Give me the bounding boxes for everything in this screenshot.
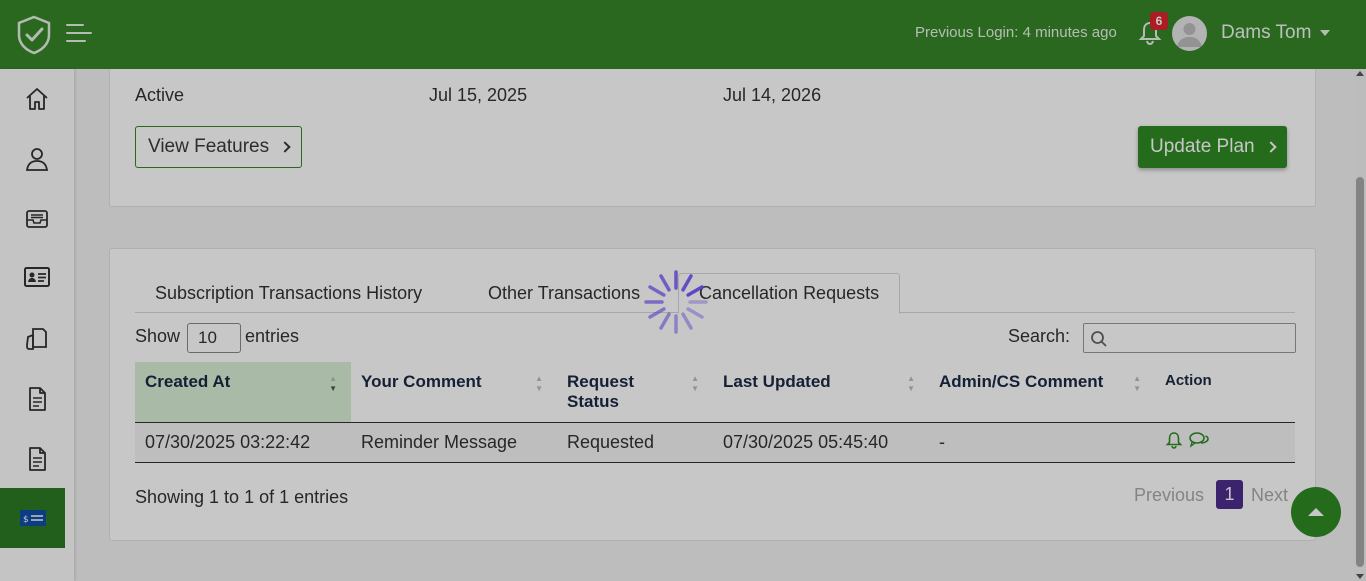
notification-count-badge: 6 — [1150, 12, 1168, 30]
entries-label: entries — [245, 326, 300, 346]
arrow-up-icon — [1308, 508, 1324, 516]
sidebar-item-documents[interactable] — [0, 369, 74, 429]
sort-icon: ▲ ▼ — [1133, 374, 1141, 393]
search-label: Search: — [1008, 326, 1071, 346]
cell-admin-comment: - — [929, 422, 1155, 463]
cell-your-comment: Reminder Message — [351, 422, 557, 463]
show-label: Show — [135, 326, 181, 346]
search-icon — [1091, 331, 1107, 347]
spinner-spoke — [686, 307, 704, 319]
column-header-action: Action — [1155, 362, 1295, 423]
cell-request-status: Requested — [557, 422, 713, 463]
update-plan-label: Update Plan — [1150, 136, 1255, 157]
sort-icon: ▲ ▼ — [535, 374, 543, 393]
chevron-right-icon — [279, 141, 291, 153]
previous-login-text: Previous Login: 4 minutes ago — [915, 24, 1117, 41]
top-navbar: Previous Login: 4 minutes ago 6 Dams Tom — [0, 0, 1366, 69]
tab-other-transactions[interactable]: Other Transactions — [468, 273, 660, 313]
pagination-previous[interactable]: Previous — [1134, 485, 1204, 506]
sort-icon: ▲ ▼ — [691, 374, 699, 393]
spinner-spoke — [659, 274, 671, 292]
column-header-label: Admin/CS Comment — [939, 372, 1104, 391]
sidebar-item-profile[interactable] — [0, 129, 74, 189]
sort-icon: ▲ ▼ — [907, 374, 915, 393]
scroll-up-arrow-icon[interactable] — [1356, 71, 1364, 76]
sidebar-item-reports[interactable] — [0, 429, 74, 489]
column-header-label: Created At — [145, 372, 231, 391]
spinner-spoke — [681, 312, 693, 330]
tab-subscription-transactions[interactable]: Subscription Transactions History — [135, 273, 442, 313]
spinner-spoke — [648, 285, 666, 297]
reminder-bell-icon[interactable] — [1165, 431, 1183, 449]
plan-end-date: Jul 14, 2026 — [723, 85, 822, 105]
entries-per-page-select[interactable]: 10 — [187, 323, 241, 353]
svg-text:$: $ — [23, 515, 29, 525]
table-row: 07/30/2025 03:22:42 Reminder Message Req… — [135, 422, 1295, 463]
spinner-spoke — [681, 274, 693, 292]
billing-icon: $ — [19, 510, 46, 526]
cell-created-at: 07/30/2025 03:22:42 — [135, 422, 351, 463]
scroll-down-arrow-icon[interactable] — [1356, 574, 1364, 579]
sidebar-item-id-card[interactable] — [0, 247, 74, 307]
plan-card: Active Jul 15, 2025 Jul 14, 2026 View Fe… — [109, 69, 1316, 207]
shield-check-logo-icon[interactable] — [16, 15, 52, 55]
sidebar: $ — [0, 69, 74, 581]
menu-toggle-icon[interactable] — [66, 24, 92, 44]
caret-down-icon[interactable] — [1320, 30, 1330, 36]
user-avatar-icon — [1177, 23, 1202, 47]
transaction-tabs: Subscription Transactions History Other … — [135, 273, 1295, 314]
transactions-card: Subscription Transactions History Other … — [109, 248, 1316, 541]
document-icon — [29, 447, 46, 471]
column-header-label: Request Status — [567, 372, 635, 411]
user-avatar[interactable] — [1172, 16, 1207, 51]
column-header-request-status[interactable]: Request Status ▲ ▼ — [557, 362, 713, 423]
plan-start-date: Jul 15, 2025 — [429, 85, 528, 105]
pagination-next[interactable]: Next — [1251, 485, 1288, 506]
column-header-label: Action — [1165, 372, 1212, 389]
loading-spinner-icon — [644, 270, 708, 334]
search-input[interactable] — [1083, 323, 1296, 353]
cell-action — [1155, 422, 1295, 463]
column-header-your-comment[interactable]: Your Comment ▲ ▼ — [351, 362, 557, 423]
spinner-spoke — [648, 307, 666, 319]
chevron-right-icon — [1264, 141, 1277, 153]
column-header-last-updated[interactable]: Last Updated ▲ ▼ — [713, 362, 929, 423]
sidebar-item-inbox[interactable] — [0, 189, 74, 249]
sort-desc-icon: ▲ ▼ — [329, 374, 337, 393]
spinner-spoke — [659, 312, 671, 330]
scrollbar-thumb[interactable] — [1356, 177, 1364, 567]
cancellation-requests-table: Created At ▲ ▼ Your Comment ▲ ▼ Request St… — [135, 362, 1295, 463]
column-header-created-at[interactable]: Created At ▲ ▼ — [135, 362, 351, 423]
spinner-spoke — [686, 285, 704, 297]
hand-document-icon — [26, 328, 47, 350]
home-icon — [26, 88, 48, 110]
main-content: Active Jul 15, 2025 Jul 14, 2026 View Fe… — [74, 69, 1354, 581]
page-scrollbar[interactable] — [1354, 69, 1366, 581]
inbox-icon — [26, 210, 48, 228]
scroll-to-top-button[interactable] — [1291, 487, 1341, 537]
cell-last-updated: 07/30/2025 05:45:40 — [713, 422, 929, 463]
sidebar-item-documents-hand[interactable] — [0, 309, 74, 369]
view-features-button[interactable]: View Features — [135, 126, 303, 168]
view-features-label: View Features — [148, 136, 270, 157]
column-header-label: Last Updated — [723, 372, 831, 391]
showing-entries-text: Showing 1 to 1 of 1 entries — [135, 487, 349, 507]
document-icon — [29, 387, 46, 411]
pagination-page-1[interactable]: 1 — [1216, 480, 1243, 509]
comments-icon[interactable] — [1188, 431, 1210, 449]
column-header-label: Your Comment — [361, 372, 482, 391]
update-plan-button[interactable]: Update Plan — [1138, 126, 1287, 168]
sidebar-item-home[interactable] — [0, 69, 74, 129]
sidebar-item-billing[interactable]: $ — [0, 488, 65, 548]
user-menu-name[interactable]: Dams Tom — [1221, 22, 1311, 44]
user-icon — [25, 148, 49, 171]
column-header-admin-comment[interactable]: Admin/CS Comment ▲ ▼ — [929, 362, 1155, 423]
id-card-icon — [24, 267, 50, 287]
plan-status: Active — [135, 85, 185, 105]
